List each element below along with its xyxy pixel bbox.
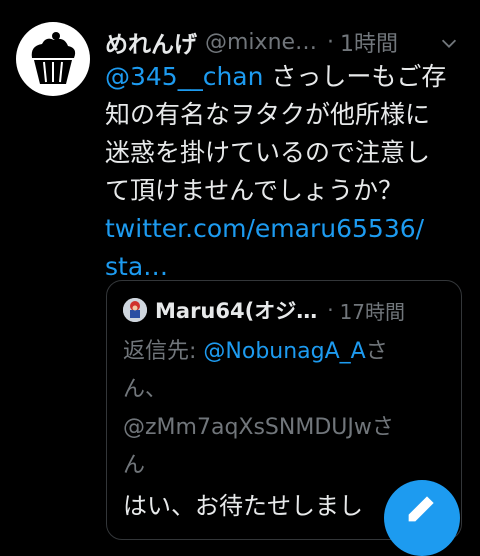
tweet-text-line: さっしーもご存 — [263, 62, 447, 91]
reply-suffix: さ — [365, 339, 388, 364]
quoted-avatar — [123, 298, 147, 322]
reply-to-info: 返信先: @NobunagA_Aさ ん、 @zMm7aqXsSNMDUJwさ ん — [123, 333, 448, 485]
chevron-down-icon — [441, 39, 457, 48]
more-options-button[interactable] — [438, 32, 460, 54]
tweet-timestamp[interactable]: 1時間 — [340, 26, 398, 58]
avatar[interactable] — [16, 22, 90, 96]
compose-icon — [408, 496, 434, 522]
cupcake-icon — [31, 32, 76, 84]
quoted-timestamp: 17時間 — [339, 299, 406, 324]
reply-line: ん、 — [123, 377, 168, 402]
mention-link[interactable]: @345__chan — [105, 62, 263, 91]
character-icon — [123, 298, 147, 322]
quoted-tweet-header: Maru64(オジ… · 17時間 — [123, 295, 449, 325]
separator-dot: · — [327, 298, 334, 322]
user-handle[interactable]: @mixne… — [205, 30, 317, 55]
tweet-header: めれんげ @mixne… · 1時間 — [105, 24, 465, 60]
reply-mention: @zMm7aqXsSNMDUJw — [123, 415, 372, 440]
tweet-text: @345__chan さっしーもご存 知の有名なヲタクが他所様に 迷惑を掛けてい… — [105, 58, 460, 286]
reply-mention: @NobunagA_A — [203, 339, 366, 364]
tweet-text-line: 迷惑を掛けているので注意し — [105, 138, 431, 167]
display-name[interactable]: めれんげ — [105, 25, 197, 59]
reply-to-label: 返信先: — [123, 339, 204, 364]
tweet-text-line: て頂けませんでしょうか？ — [105, 176, 404, 205]
separator-dot: · — [327, 29, 335, 55]
tweet-text-line: 知の有名なヲタクが他所様に — [105, 100, 431, 129]
compose-tweet-button[interactable] — [384, 480, 460, 556]
reply-suffix: さ — [371, 415, 394, 440]
quoted-tweet-text: はい、お待たせしまし — [123, 492, 363, 520]
reply-line: ん — [123, 453, 146, 478]
tweet-link[interactable]: twitter.com/emaru65536/ — [105, 210, 460, 248]
quoted-display-name: Maru64(オジ… — [155, 299, 318, 323]
